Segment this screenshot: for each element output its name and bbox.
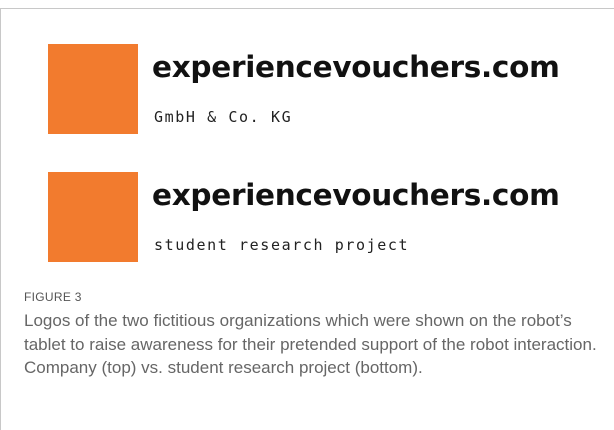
figure-label: FIGURE 3 [24, 290, 82, 304]
figure-frame-left-border [0, 8, 1, 430]
logo-tagline: GmbH & Co. KG [154, 108, 293, 126]
student-project-logo: experiencevouchers.com student research … [48, 172, 588, 262]
figure-caption: Logos of the two fictitious organization… [24, 311, 597, 377]
company-logo: experiencevouchers.com GmbH & Co. KG [48, 44, 588, 134]
orange-square-icon [48, 172, 138, 262]
logo-tagline: student research project [154, 236, 410, 254]
logo-wordmark: experiencevouchers.com [152, 178, 560, 212]
figure-frame-top-border [0, 8, 614, 9]
orange-square-icon [48, 44, 138, 134]
logo-wordmark: experiencevouchers.com [152, 50, 560, 84]
